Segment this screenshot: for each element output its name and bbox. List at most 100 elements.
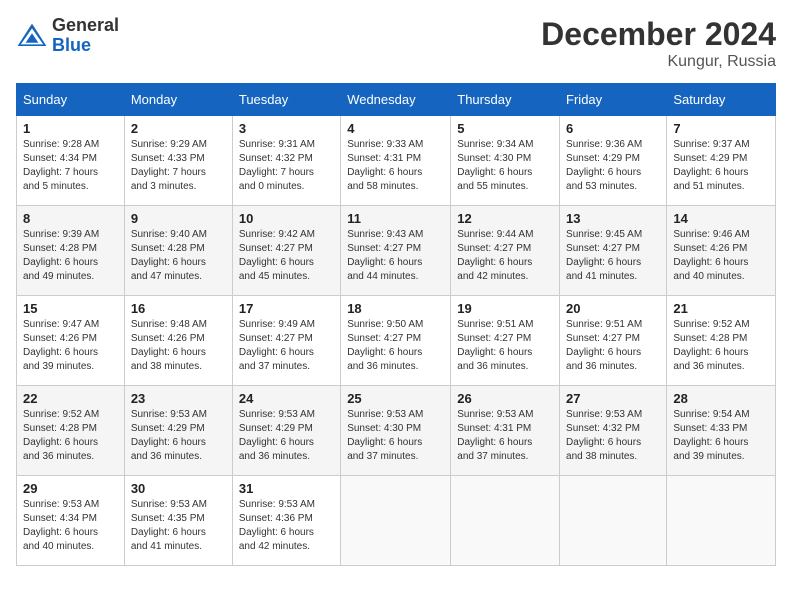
day-info: Sunrise: 9:45 AMSunset: 4:27 PMDaylight:…: [566, 229, 642, 282]
location-title: Kungur, Russia: [541, 53, 776, 71]
calendar-header-row: SundayMondayTuesdayWednesdayThursdayFrid…: [17, 84, 776, 116]
day-cell: 17 Sunrise: 9:49 AMSunset: 4:27 PMDayligh…: [232, 296, 340, 386]
day-info: Sunrise: 9:53 AMSunset: 4:32 PMDaylight:…: [566, 409, 642, 462]
day-info: Sunrise: 9:52 AMSunset: 4:28 PMDaylight:…: [23, 409, 99, 462]
header-thursday: Thursday: [451, 84, 560, 116]
day-info: Sunrise: 9:52 AMSunset: 4:28 PMDaylight:…: [673, 319, 749, 372]
day-info: Sunrise: 9:53 AMSunset: 4:29 PMDaylight:…: [239, 409, 315, 462]
day-number: 25: [347, 391, 444, 406]
day-cell: 22 Sunrise: 9:52 AMSunset: 4:28 PMDayligh…: [17, 386, 125, 476]
day-number: 10: [239, 211, 334, 226]
day-cell: 31 Sunrise: 9:53 AMSunset: 4:36 PMDayligh…: [232, 476, 340, 566]
day-info: Sunrise: 9:53 AMSunset: 4:36 PMDaylight:…: [239, 499, 315, 552]
day-info: Sunrise: 9:47 AMSunset: 4:26 PMDaylight:…: [23, 319, 99, 372]
day-number: 20: [566, 301, 660, 316]
day-cell: 19 Sunrise: 9:51 AMSunset: 4:27 PMDayligh…: [451, 296, 560, 386]
day-number: 12: [457, 211, 553, 226]
page-header: General Blue December 2024 Kungur, Russi…: [16, 16, 776, 71]
day-number: 1: [23, 121, 118, 136]
day-info: Sunrise: 9:28 AMSunset: 4:34 PMDaylight:…: [23, 139, 99, 192]
day-cell: 26 Sunrise: 9:53 AMSunset: 4:31 PMDayligh…: [451, 386, 560, 476]
day-cell: 9 Sunrise: 9:40 AMSunset: 4:28 PMDaylight…: [124, 206, 232, 296]
day-info: Sunrise: 9:54 AMSunset: 4:33 PMDaylight:…: [673, 409, 749, 462]
day-number: 2: [131, 121, 226, 136]
title-area: December 2024 Kungur, Russia: [541, 16, 776, 71]
logo-icon: [16, 22, 48, 50]
day-number: 31: [239, 481, 334, 496]
day-number: 5: [457, 121, 553, 136]
day-cell: 6Sunrise: 9:36 AMSunset: 4:29 PMDaylight…: [560, 116, 667, 206]
day-cell: 14 Sunrise: 9:46 AMSunset: 4:26 PMDayligh…: [667, 206, 776, 296]
day-info: Sunrise: 9:44 AMSunset: 4:27 PMDaylight:…: [457, 229, 533, 282]
day-info: Sunrise: 9:31 AMSunset: 4:32 PMDaylight:…: [239, 139, 315, 192]
day-cell: 7 Sunrise: 9:37 AMSunset: 4:29 PMDaylight…: [667, 116, 776, 206]
day-cell: 18 Sunrise: 9:50 AMSunset: 4:27 PMDayligh…: [341, 296, 451, 386]
day-number: 28: [673, 391, 769, 406]
day-number: 11: [347, 211, 444, 226]
day-cell: 23Sunrise: 9:53 AMSunset: 4:29 PMDayligh…: [124, 386, 232, 476]
day-info: Sunrise: 9:40 AMSunset: 4:28 PMDaylight:…: [131, 229, 207, 282]
day-number: 7: [673, 121, 769, 136]
day-info: Sunrise: 9:46 AMSunset: 4:26 PMDaylight:…: [673, 229, 749, 282]
day-info: Sunrise: 9:51 AMSunset: 4:27 PMDaylight:…: [457, 319, 533, 372]
week-row-3: 15 Sunrise: 9:47 AMSunset: 4:26 PMDayligh…: [17, 296, 776, 386]
week-row-2: 8Sunrise: 9:39 AMSunset: 4:28 PMDaylight…: [17, 206, 776, 296]
day-info: Sunrise: 9:53 AMSunset: 4:29 PMDaylight:…: [131, 409, 207, 462]
day-info: Sunrise: 9:53 AMSunset: 4:31 PMDaylight:…: [457, 409, 533, 462]
day-info: Sunrise: 9:36 AMSunset: 4:29 PMDaylight:…: [566, 139, 642, 192]
day-cell: 20Sunrise: 9:51 AMSunset: 4:27 PMDayligh…: [560, 296, 667, 386]
day-info: Sunrise: 9:48 AMSunset: 4:26 PMDaylight:…: [131, 319, 207, 372]
week-row-1: 1 Sunrise: 9:28 AMSunset: 4:34 PMDaylight…: [17, 116, 776, 206]
day-info: Sunrise: 9:42 AMSunset: 4:27 PMDaylight:…: [239, 229, 315, 282]
day-number: 9: [131, 211, 226, 226]
header-sunday: Sunday: [17, 84, 125, 116]
day-number: 15: [23, 301, 118, 316]
day-cell: [451, 476, 560, 566]
month-title: December 2024: [541, 16, 776, 53]
day-cell: 28 Sunrise: 9:54 AMSunset: 4:33 PMDayligh…: [667, 386, 776, 476]
header-saturday: Saturday: [667, 84, 776, 116]
day-info: Sunrise: 9:37 AMSunset: 4:29 PMDaylight:…: [673, 139, 749, 192]
day-number: 8: [23, 211, 118, 226]
day-number: 26: [457, 391, 553, 406]
day-cell: 21 Sunrise: 9:52 AMSunset: 4:28 PMDayligh…: [667, 296, 776, 386]
day-number: 30: [131, 481, 226, 496]
day-cell: 24Sunrise: 9:53 AMSunset: 4:29 PMDayligh…: [232, 386, 340, 476]
day-info: Sunrise: 9:29 AMSunset: 4:33 PMDaylight:…: [131, 139, 207, 192]
day-cell: 1 Sunrise: 9:28 AMSunset: 4:34 PMDaylight…: [17, 116, 125, 206]
calendar-table: SundayMondayTuesdayWednesdayThursdayFrid…: [16, 83, 776, 566]
day-cell: 11Sunrise: 9:43 AMSunset: 4:27 PMDayligh…: [341, 206, 451, 296]
day-cell: 27Sunrise: 9:53 AMSunset: 4:32 PMDayligh…: [560, 386, 667, 476]
day-cell: 5 Sunrise: 9:34 AMSunset: 4:30 PMDaylight…: [451, 116, 560, 206]
week-row-4: 22 Sunrise: 9:52 AMSunset: 4:28 PMDayligh…: [17, 386, 776, 476]
day-number: 14: [673, 211, 769, 226]
header-tuesday: Tuesday: [232, 84, 340, 116]
logo-blue: Blue: [52, 36, 119, 56]
header-friday: Friday: [560, 84, 667, 116]
day-cell: 30Sunrise: 9:53 AMSunset: 4:35 PMDayligh…: [124, 476, 232, 566]
day-info: Sunrise: 9:34 AMSunset: 4:30 PMDaylight:…: [457, 139, 533, 192]
day-cell: 4 Sunrise: 9:33 AMSunset: 4:31 PMDaylight…: [341, 116, 451, 206]
day-cell: [341, 476, 451, 566]
day-info: Sunrise: 9:49 AMSunset: 4:27 PMDaylight:…: [239, 319, 315, 372]
day-cell: 16Sunrise: 9:48 AMSunset: 4:26 PMDayligh…: [124, 296, 232, 386]
header-monday: Monday: [124, 84, 232, 116]
day-number: 19: [457, 301, 553, 316]
day-info: Sunrise: 9:33 AMSunset: 4:31 PMDaylight:…: [347, 139, 423, 192]
day-info: Sunrise: 9:53 AMSunset: 4:34 PMDaylight:…: [23, 499, 99, 552]
day-number: 22: [23, 391, 118, 406]
week-row-5: 29 Sunrise: 9:53 AMSunset: 4:34 PMDayligh…: [17, 476, 776, 566]
day-number: 4: [347, 121, 444, 136]
day-number: 29: [23, 481, 118, 496]
day-number: 21: [673, 301, 769, 316]
day-number: 18: [347, 301, 444, 316]
day-info: Sunrise: 9:50 AMSunset: 4:27 PMDaylight:…: [347, 319, 423, 372]
header-wednesday: Wednesday: [341, 84, 451, 116]
day-cell: 12 Sunrise: 9:44 AMSunset: 4:27 PMDayligh…: [451, 206, 560, 296]
day-number: 13: [566, 211, 660, 226]
day-cell: [560, 476, 667, 566]
day-cell: 8Sunrise: 9:39 AMSunset: 4:28 PMDaylight…: [17, 206, 125, 296]
day-number: 17: [239, 301, 334, 316]
day-cell: 15 Sunrise: 9:47 AMSunset: 4:26 PMDayligh…: [17, 296, 125, 386]
day-cell: 29 Sunrise: 9:53 AMSunset: 4:34 PMDayligh…: [17, 476, 125, 566]
